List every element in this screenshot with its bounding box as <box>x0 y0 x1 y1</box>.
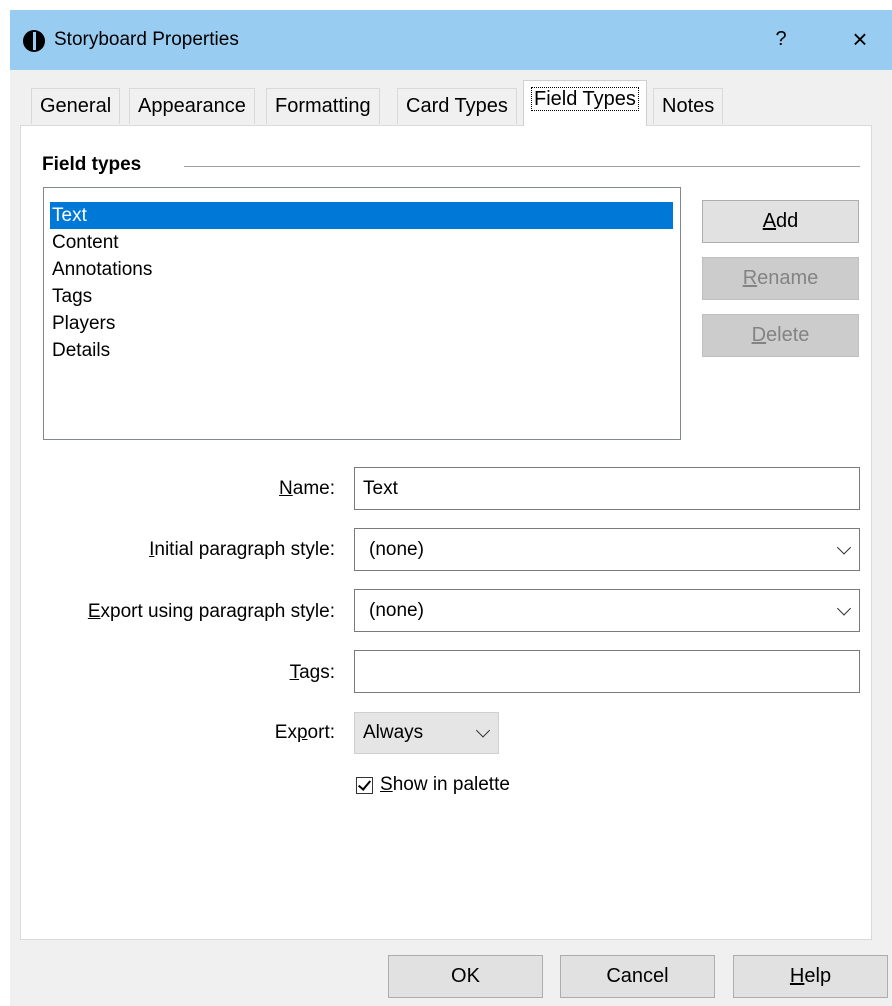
field-types-list[interactable]: Text Content Annotations Tags Players De… <box>43 187 681 440</box>
ok-button[interactable]: OK <box>388 955 543 998</box>
tags-label: Tags: <box>289 662 335 683</box>
app-icon <box>23 30 45 52</box>
window-title: Storyboard Properties <box>54 29 239 50</box>
name-field[interactable]: Text <box>354 467 860 510</box>
tab-appearance[interactable]: Appearance <box>129 88 255 124</box>
add-button[interactable]: Add <box>702 200 859 243</box>
export-paragraph-style-label: Export using paragraph style: <box>87 601 335 622</box>
export-label: Export: <box>274 722 335 743</box>
group-title: Field types <box>42 154 142 175</box>
initial-paragraph-style-select[interactable]: (none) <box>354 528 860 571</box>
help-icon[interactable]: ? <box>768 28 794 51</box>
list-item[interactable]: Annotations <box>50 256 673 283</box>
list-item[interactable]: Details <box>50 337 673 364</box>
help-button[interactable]: Help <box>733 955 888 998</box>
title-bar[interactable]: Storyboard Properties ? × <box>10 10 892 70</box>
list-item[interactable]: Text <box>50 202 673 229</box>
group-divider <box>184 166 860 167</box>
chevron-down-icon <box>475 723 491 738</box>
delete-button[interactable]: Delete <box>702 314 859 357</box>
cancel-button[interactable]: Cancel <box>560 955 715 998</box>
list-item[interactable]: Content <box>50 229 673 256</box>
tab-card-types[interactable]: Card Types <box>397 88 517 124</box>
export-select[interactable]: Always <box>354 712 499 754</box>
list-item[interactable]: Players <box>50 310 673 337</box>
tags-field[interactable] <box>354 650 860 693</box>
tab-general[interactable]: General <box>31 88 121 124</box>
tab-formatting[interactable]: Formatting <box>266 88 380 124</box>
initial-paragraph-style-label: Initial paragraph style: <box>149 539 335 560</box>
chevron-down-icon <box>836 600 852 616</box>
show-in-palette-checkbox[interactable] <box>356 777 373 794</box>
checkmark-icon <box>357 777 372 791</box>
chevron-down-icon <box>836 539 852 555</box>
close-icon[interactable]: × <box>845 24 875 55</box>
tab-notes[interactable]: Notes <box>653 88 724 124</box>
rename-button[interactable]: Rename <box>702 257 859 300</box>
show-in-palette-label[interactable]: Show in palette <box>380 774 510 796</box>
name-label: Name: <box>279 478 335 499</box>
list-item[interactable]: Tags <box>50 283 673 310</box>
tab-field-types[interactable]: Field Types <box>523 80 647 126</box>
export-paragraph-style-select[interactable]: (none) <box>354 589 860 632</box>
